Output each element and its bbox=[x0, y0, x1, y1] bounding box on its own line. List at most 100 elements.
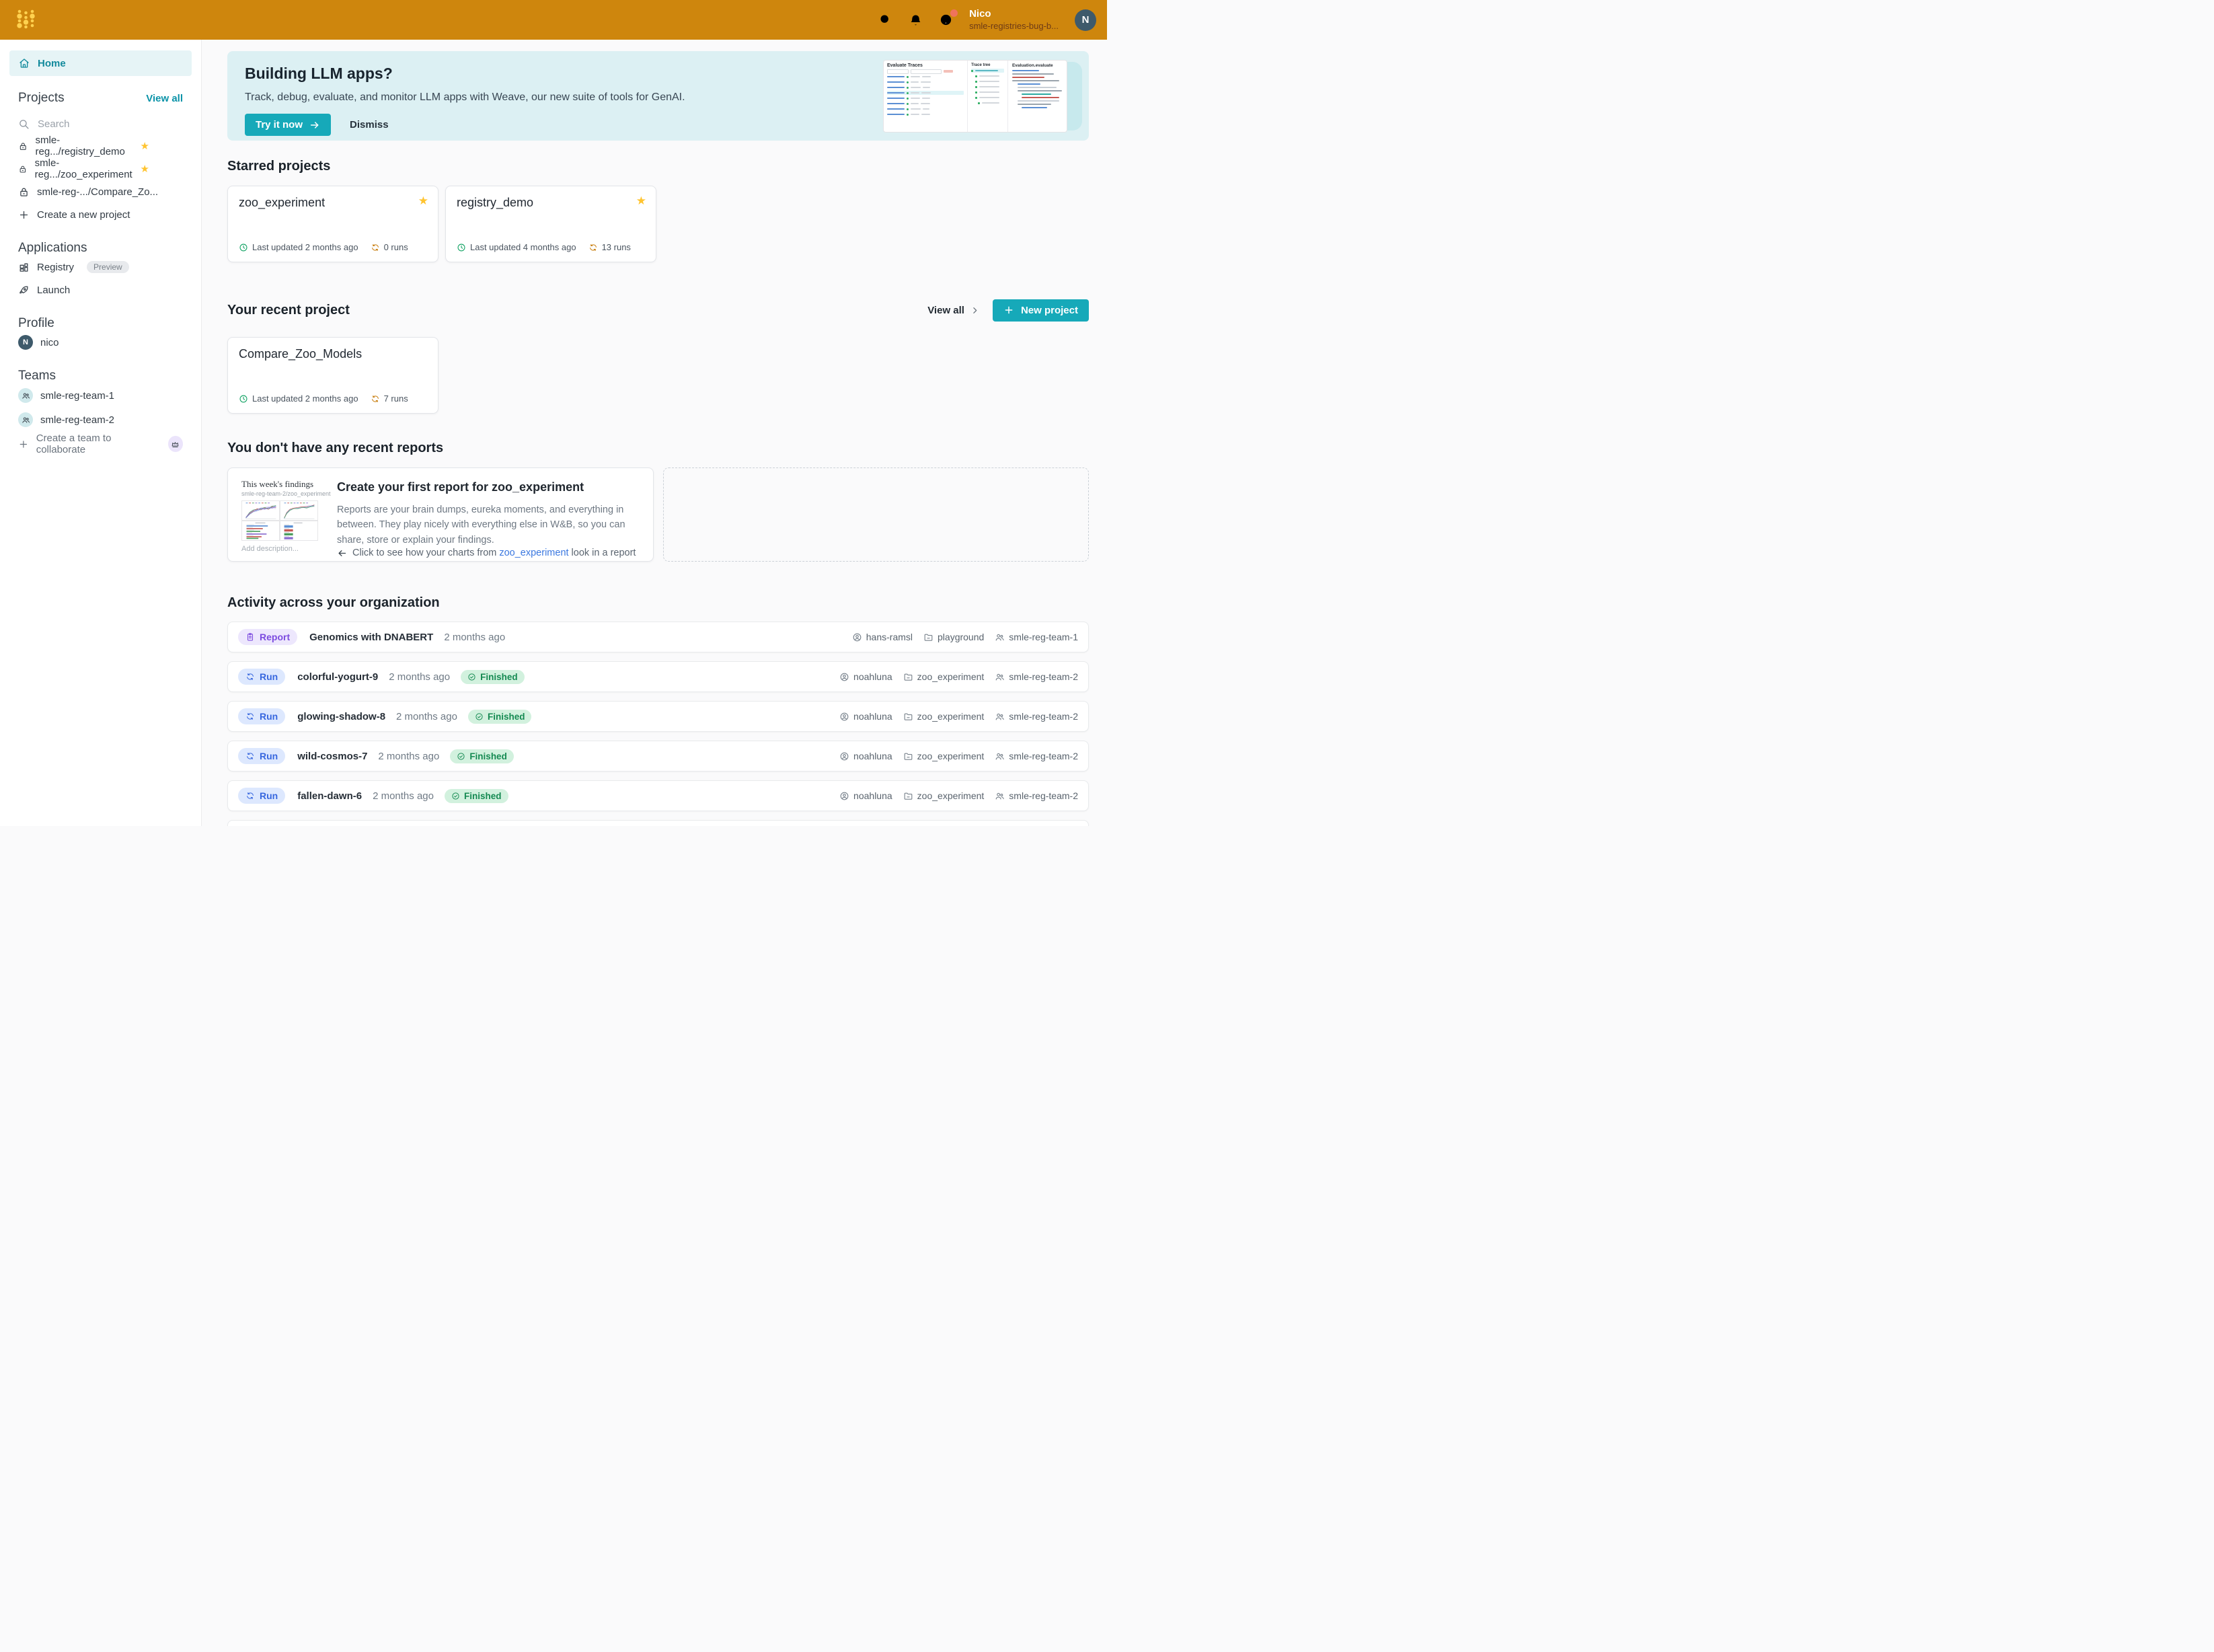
activity-user: noahluna bbox=[853, 751, 892, 761]
sidebar: Home Projects View all smle-reg.../regis… bbox=[0, 40, 202, 826]
notifications-bell-icon[interactable] bbox=[909, 13, 923, 27]
recent-project-heading: Your recent project bbox=[227, 303, 350, 318]
run-sync-icon bbox=[245, 791, 255, 800]
clock-icon bbox=[457, 243, 466, 252]
user-circle-icon bbox=[839, 791, 849, 801]
registry-grid-icon bbox=[18, 262, 30, 273]
activity-meta: noahluna zoo_experiment smle-reg-team-2 bbox=[839, 671, 1078, 682]
star-icon[interactable]: ★ bbox=[636, 194, 646, 208]
activity-time: 2 months ago bbox=[444, 632, 505, 643]
report-clipboard-icon bbox=[245, 632, 255, 642]
new-project-button[interactable]: New project bbox=[993, 299, 1089, 322]
weave-screenshot-card: Evaluate Traces Trace tree bbox=[883, 60, 1067, 133]
create-team-button[interactable]: Create a team to collaborate bbox=[9, 432, 192, 456]
activity-project: zoo_experiment bbox=[917, 790, 985, 801]
users-icon bbox=[995, 672, 1005, 682]
users-icon bbox=[995, 751, 1005, 761]
create-report-card[interactable]: This week's findings smle-reg-team-2/zoo… bbox=[227, 467, 654, 562]
activity-user: noahluna bbox=[853, 671, 892, 682]
project-card-title: Compare_Zoo_Models bbox=[239, 347, 427, 361]
activity-row-run-fallen-dawn-6[interactable]: Run fallen-dawn-6 2 months ago Finished … bbox=[227, 780, 1089, 811]
star-icon[interactable]: ★ bbox=[141, 163, 149, 175]
projects-view-all-link[interactable]: View all bbox=[146, 93, 183, 104]
projects-search-input[interactable] bbox=[36, 118, 160, 130]
sidebar-project-zoo-experiment[interactable]: smle-reg.../zoo_experiment ★ bbox=[9, 157, 192, 180]
create-project-label: Create a new project bbox=[37, 209, 130, 221]
runs-count-label: 13 runs bbox=[602, 242, 631, 252]
activity-title: wild-cosmos-7 bbox=[297, 751, 367, 762]
users-icon bbox=[995, 791, 1005, 801]
sidebar-item-launch[interactable]: Launch bbox=[9, 278, 192, 301]
registry-label: Registry bbox=[37, 262, 74, 273]
activity-team: smle-reg-team-2 bbox=[1009, 751, 1078, 761]
sidebar-home-label: Home bbox=[38, 58, 66, 69]
dismiss-button[interactable]: Dismiss bbox=[350, 119, 389, 130]
cta-link-suffix: look in a report bbox=[572, 548, 636, 558]
users-icon bbox=[995, 712, 1005, 722]
sidebar-item-home[interactable]: Home bbox=[9, 50, 192, 76]
cta-link-project[interactable]: zoo_experiment bbox=[499, 548, 568, 558]
project-card-registry-demo[interactable]: registry_demo ★ Last updated 4 months ag… bbox=[445, 186, 656, 262]
project-card-footer: Last updated 4 months ago 13 runs bbox=[457, 242, 645, 252]
last-updated-label: Last updated 2 months ago bbox=[252, 242, 358, 252]
activity-row-run-exalted-surf-5[interactable]: Run exalted-surf-5 2 months ago Finished… bbox=[227, 820, 1089, 826]
run-badge: Run bbox=[238, 788, 285, 804]
new-project-label: New project bbox=[1021, 305, 1078, 316]
activity-row-report-genomics[interactable]: Report Genomics with DNABERT 2 months ag… bbox=[227, 622, 1089, 652]
sidebar-item-registry[interactable]: Registry Preview bbox=[9, 256, 192, 278]
last-updated-label: Last updated 2 months ago bbox=[252, 393, 358, 404]
badge-label: Run bbox=[260, 751, 278, 761]
project-card-compare-zoo-models[interactable]: Compare_Zoo_Models Last updated 2 months… bbox=[227, 337, 438, 414]
preview-badge: Preview bbox=[87, 261, 129, 273]
activity-project: zoo_experiment bbox=[917, 671, 985, 682]
activity-row-run-glowing-shadow-8[interactable]: Run glowing-shadow-8 2 months ago Finish… bbox=[227, 701, 1089, 732]
help-icon[interactable] bbox=[939, 13, 953, 27]
weave-code-panel: Evaluation.evaluate bbox=[1008, 61, 1067, 132]
weave-promo-banner: Building LLM apps? Track, debug, evaluat… bbox=[227, 51, 1089, 141]
weave-panel-title: Evaluate Traces bbox=[887, 63, 964, 68]
runs-icon bbox=[371, 243, 380, 252]
check-circle-icon bbox=[467, 673, 476, 681]
status-label: Finished bbox=[469, 751, 507, 761]
sidebar-team-2[interactable]: smle-reg-team-2 bbox=[9, 408, 192, 432]
activity-time: 2 months ago bbox=[378, 751, 439, 762]
activity-row-run-colorful-yogurt-9[interactable]: Run colorful-yogurt-9 2 months ago Finis… bbox=[227, 661, 1089, 692]
sidebar-item-profile-nico[interactable]: N nico bbox=[9, 331, 192, 354]
starred-projects-heading: Starred projects bbox=[227, 159, 1089, 174]
activity-row-run-wild-cosmos-7[interactable]: Run wild-cosmos-7 2 months ago Finished … bbox=[227, 741, 1089, 772]
user-circle-icon bbox=[839, 751, 849, 761]
top-bar: Nico smle-registries-bug-b... N bbox=[0, 0, 1107, 40]
sidebar-project-registry-demo[interactable]: smle-reg.../registry_demo ★ bbox=[9, 135, 192, 157]
project-card-zoo-experiment[interactable]: zoo_experiment ★ Last updated 2 months a… bbox=[227, 186, 438, 262]
create-team-label: Create a team to collaborate bbox=[36, 433, 154, 455]
profile-heading: Profile bbox=[18, 316, 54, 331]
star-icon[interactable]: ★ bbox=[418, 194, 428, 208]
folder-icon bbox=[923, 632, 933, 642]
folder-icon bbox=[903, 672, 913, 682]
folder-icon bbox=[903, 712, 913, 722]
rocket-icon bbox=[18, 285, 30, 296]
create-new-project-button[interactable]: Create a new project bbox=[9, 203, 192, 226]
teams-heading: Teams bbox=[18, 369, 56, 383]
run-sync-icon bbox=[245, 712, 255, 721]
project-label: smle-reg-.../Compare_Zo... bbox=[37, 186, 158, 198]
recent-view-all-link[interactable]: View all bbox=[927, 305, 979, 316]
try-it-now-button[interactable]: Try it now bbox=[245, 114, 331, 136]
arrow-right-icon bbox=[309, 120, 320, 130]
upgrade-crown-badge bbox=[168, 436, 183, 452]
avatar[interactable]: N bbox=[1075, 9, 1096, 31]
reports-row: This week's findings smle-reg-team-2/zoo… bbox=[227, 467, 1089, 562]
search-icon[interactable] bbox=[878, 13, 892, 27]
activity-project: zoo_experiment bbox=[917, 751, 985, 761]
topbar-actions: Nico smle-registries-bug-b... N bbox=[878, 8, 1096, 32]
sidebar-project-compare-zoo[interactable]: smle-reg-.../Compare_Zo... bbox=[9, 180, 192, 203]
star-icon[interactable]: ★ bbox=[141, 140, 149, 152]
user-menu[interactable]: Nico smle-registries-bug-b... bbox=[969, 8, 1059, 32]
activity-meta: noahluna zoo_experiment smle-reg-team-2 bbox=[839, 790, 1078, 801]
weave-tree-title: Trace tree bbox=[971, 63, 1004, 67]
report-cta-link[interactable]: Click to see how your charts from zoo_ex… bbox=[337, 548, 640, 560]
user-circle-icon bbox=[839, 712, 849, 722]
wandb-logo-icon[interactable] bbox=[11, 5, 42, 36]
lock-icon bbox=[18, 141, 28, 152]
sidebar-team-1[interactable]: smle-reg-team-1 bbox=[9, 383, 192, 408]
